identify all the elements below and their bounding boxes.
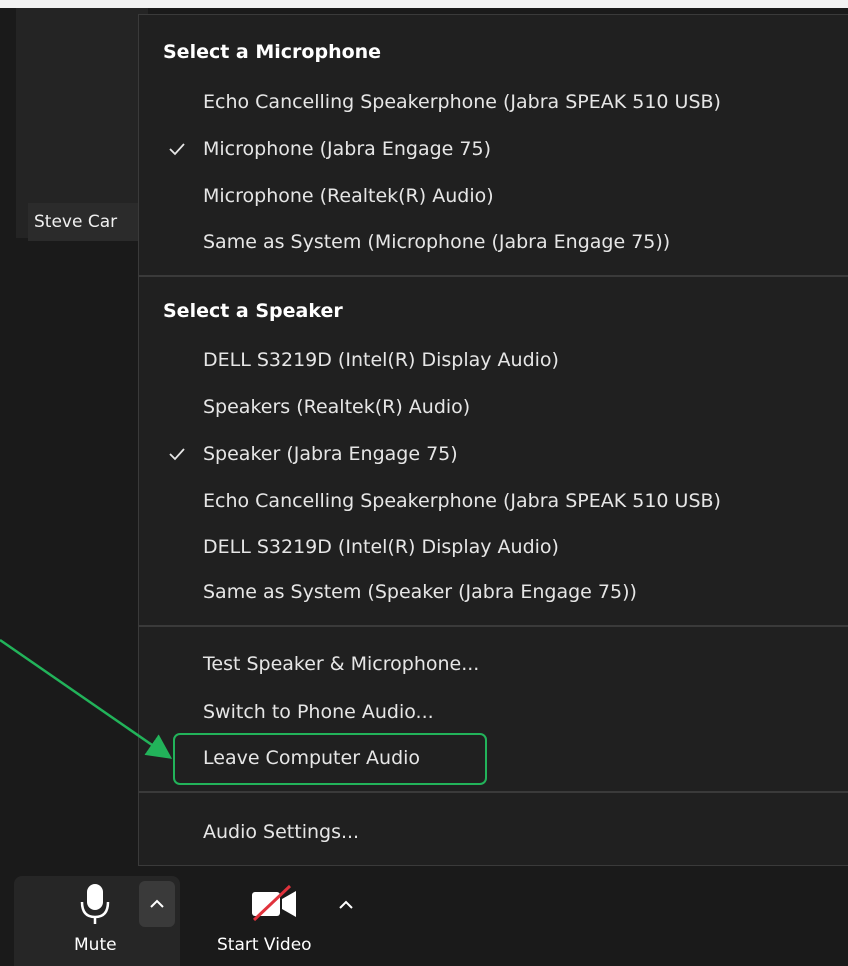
test-speaker-microphone-item[interactable]: Test Speaker & Microphone...	[203, 649, 479, 679]
menu-divider	[139, 791, 848, 793]
mute-label: Mute	[74, 935, 117, 955]
speaker-option[interactable]: Same as System (Speaker (Jabra Engage 75…	[203, 577, 637, 607]
microphone-option[interactable]: Microphone (Realtek(R) Audio)	[203, 181, 494, 211]
start-video-label: Start Video	[217, 935, 312, 955]
speaker-option[interactable]: DELL S3219D (Intel(R) Display Audio)	[203, 345, 559, 375]
video-camera-off-icon[interactable]	[250, 884, 300, 928]
microphone-option[interactable]: Microphone (Jabra Engage 75)	[203, 134, 491, 164]
switch-to-phone-audio-item[interactable]: Switch to Phone Audio...	[203, 697, 434, 727]
speaker-option[interactable]: Echo Cancelling Speakerphone (Jabra SPEA…	[203, 486, 721, 516]
zoom-meeting-window: Steve Car Select a Microphone Echo Cance…	[0, 0, 848, 966]
checkmark-icon	[169, 439, 187, 469]
speaker-option[interactable]: DELL S3219D (Intel(R) Display Audio)	[203, 532, 559, 562]
highlight-box	[173, 733, 487, 785]
microphone-option[interactable]: Echo Cancelling Speakerphone (Jabra SPEA…	[203, 87, 721, 117]
top-strip	[0, 0, 848, 8]
video-options-caret-icon[interactable]	[338, 896, 354, 915]
audio-options-caret-button[interactable]	[139, 881, 175, 927]
microphone-option[interactable]: Same as System (Microphone (Jabra Engage…	[203, 227, 670, 257]
participant-name: Steve Car	[28, 203, 148, 241]
microphone-icon[interactable]	[78, 882, 112, 930]
checkmark-icon	[169, 134, 187, 164]
audio-settings-item[interactable]: Audio Settings...	[203, 817, 359, 847]
menu-divider	[139, 275, 848, 277]
speaker-option[interactable]: Speakers (Realtek(R) Audio)	[203, 392, 470, 422]
microphone-section-header: Select a Microphone	[163, 41, 382, 63]
menu-divider	[139, 625, 848, 627]
speaker-option[interactable]: Speaker (Jabra Engage 75)	[203, 439, 458, 469]
speaker-section-header: Select a Speaker	[163, 300, 343, 322]
